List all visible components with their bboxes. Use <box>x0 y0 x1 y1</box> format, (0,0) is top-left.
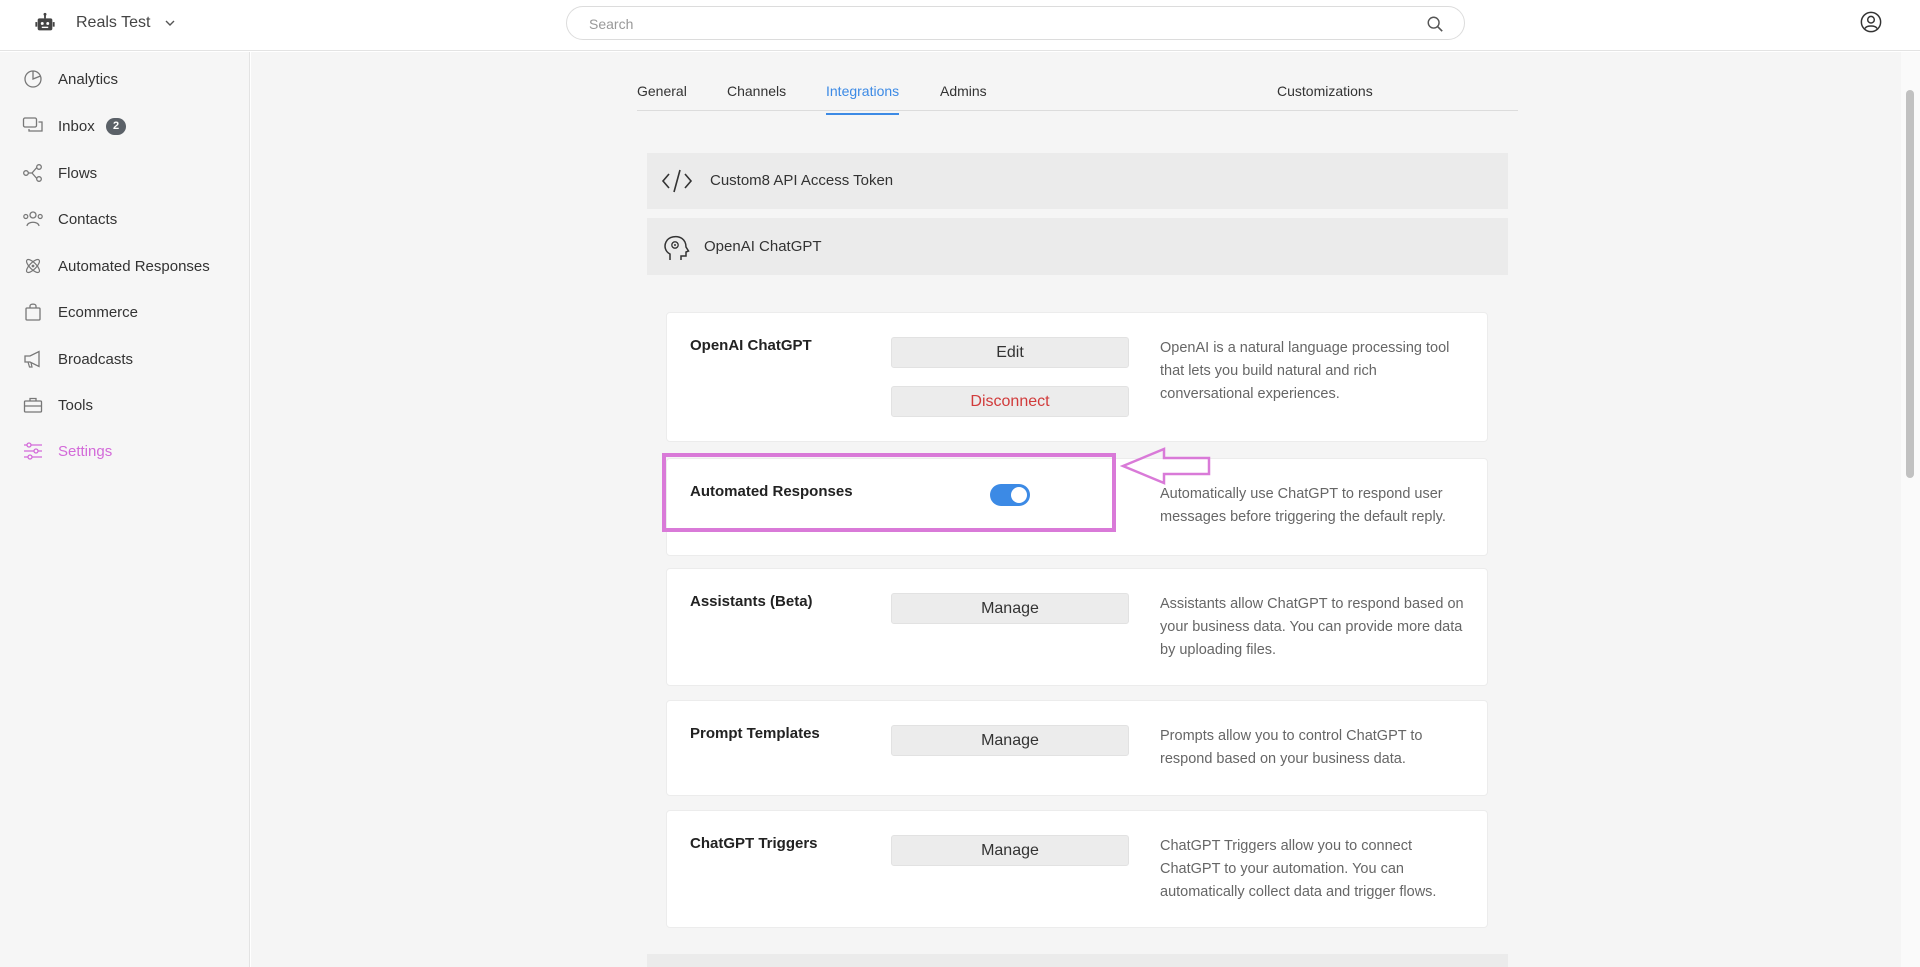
chevron-down-icon <box>165 20 175 26</box>
card-description: Automatically use ChatGPT to respond use… <box>1160 486 1446 525</box>
workspace-switcher[interactable]: Reals Test <box>34 10 176 36</box>
next-integration-row <box>647 954 1508 967</box>
atom-icon <box>25 258 41 274</box>
manage-assistants-button[interactable]: Manage <box>891 593 1129 624</box>
automated-responses-toggle[interactable] <box>990 484 1030 506</box>
integration-label: Custom8 API Access Token <box>710 172 894 189</box>
contacts-icon <box>23 211 43 227</box>
sidebar-item-label: Analytics <box>58 70 119 88</box>
assistants-card: Assistants (Beta) Manage Assistants allo… <box>666 568 1488 686</box>
sidebar-item-automated-responses[interactable]: Automated Responses <box>0 248 250 284</box>
sliders-icon <box>24 442 42 460</box>
sidebar-item-broadcasts[interactable]: Broadcasts <box>0 341 250 377</box>
page-scrollbar[interactable] <box>1901 52 1920 967</box>
search-input[interactable] <box>589 14 1389 34</box>
sidebar-item-settings[interactable]: Settings <box>0 433 250 469</box>
sidebar-item-flows[interactable]: Flows <box>0 155 250 191</box>
settings-tabs: General Channels Integrations Admins Cus… <box>637 52 1518 115</box>
tab-general[interactable]: General <box>637 83 687 113</box>
scrollbar-thumb[interactable] <box>1906 90 1914 478</box>
disconnect-button[interactable]: Disconnect <box>891 386 1129 417</box>
toolbox-icon <box>23 397 43 413</box>
chat-bubbles-icon <box>22 117 43 132</box>
chatgpt-triggers-card: ChatGPT Triggers Manage ChatGPT Triggers… <box>666 810 1488 928</box>
tab-admins[interactable]: Admins <box>940 83 987 113</box>
card-title: Assistants (Beta) <box>690 593 813 610</box>
sidebar-item-label: Broadcasts <box>58 350 134 368</box>
tab-integrations[interactable]: Integrations <box>826 83 900 115</box>
openai-chatgpt-card: OpenAI ChatGPT Edit Disconnect OpenAI is… <box>666 312 1488 442</box>
sidebar-item-label: Settings <box>58 442 113 460</box>
automated-responses-card: Automated Responses Automatically use Ch… <box>666 458 1488 556</box>
manage-triggers-button[interactable]: Manage <box>891 835 1129 866</box>
card-description: Prompts allow you to control ChatGPT to … <box>1160 728 1423 767</box>
account-icon[interactable] <box>1860 11 1882 33</box>
flow-nodes-icon <box>23 164 42 182</box>
card-title: Prompt Templates <box>690 725 820 742</box>
sidebar-item-label: Ecommerce <box>58 303 139 321</box>
sidebar-item-ecommerce[interactable]: Ecommerce <box>0 294 250 330</box>
sidebar-item-label: Contacts <box>58 210 118 228</box>
integration-label: OpenAI ChatGPT <box>704 238 822 255</box>
card-description: Assistants allow ChatGPT to respond base… <box>1160 596 1464 658</box>
tab-channels[interactable]: Channels <box>727 83 786 113</box>
workspace-name: Reals Test <box>76 14 151 31</box>
prompt-templates-card: Prompt Templates Manage Prompts allow yo… <box>666 700 1488 796</box>
megaphone-icon <box>24 350 40 368</box>
code-icon <box>661 169 693 193</box>
sidebar-item-analytics[interactable]: Analytics <box>0 61 250 97</box>
top-bar: Reals Test <box>0 0 1920 51</box>
sidebar-item-inbox[interactable]: Inbox 2 <box>0 108 250 144</box>
tab-customizations[interactable]: Customizations <box>1277 83 1373 113</box>
card-title: Automated Responses <box>690 483 853 500</box>
robot-icon <box>35 12 55 31</box>
shopping-bag-icon <box>25 303 41 321</box>
sidebar: Analytics Inbox 2 Flows Contacts Automat… <box>0 52 250 967</box>
sidebar-item-tools[interactable]: Tools <box>0 387 250 423</box>
card-description: OpenAI is a natural language processing … <box>1160 340 1450 402</box>
sidebar-item-label: Flows <box>58 164 98 182</box>
ai-head-icon <box>664 235 690 260</box>
card-description: ChatGPT Triggers allow you to connect Ch… <box>1160 838 1437 900</box>
edit-button[interactable]: Edit <box>891 337 1129 368</box>
search-icon[interactable] <box>1426 15 1444 33</box>
sidebar-item-label: Inbox <box>58 117 95 135</box>
integration-openai-chatgpt[interactable]: OpenAI ChatGPT <box>647 218 1508 275</box>
integration-custom8-api[interactable]: Custom8 API Access Token <box>647 153 1508 209</box>
sidebar-item-label: Tools <box>58 396 94 414</box>
sidebar-item-label: Automated Responses <box>58 257 210 275</box>
manage-prompts-button[interactable]: Manage <box>891 725 1129 756</box>
unread-badge: 2 <box>106 118 126 135</box>
pie-chart-icon <box>24 70 42 88</box>
sidebar-item-contacts[interactable]: Contacts <box>0 201 250 237</box>
card-title: OpenAI ChatGPT <box>690 337 812 354</box>
toggle-knob <box>1011 487 1027 503</box>
main-content: General Channels Integrations Admins Cus… <box>251 52 1901 967</box>
search-bar <box>566 6 1465 40</box>
card-title: ChatGPT Triggers <box>690 835 818 852</box>
